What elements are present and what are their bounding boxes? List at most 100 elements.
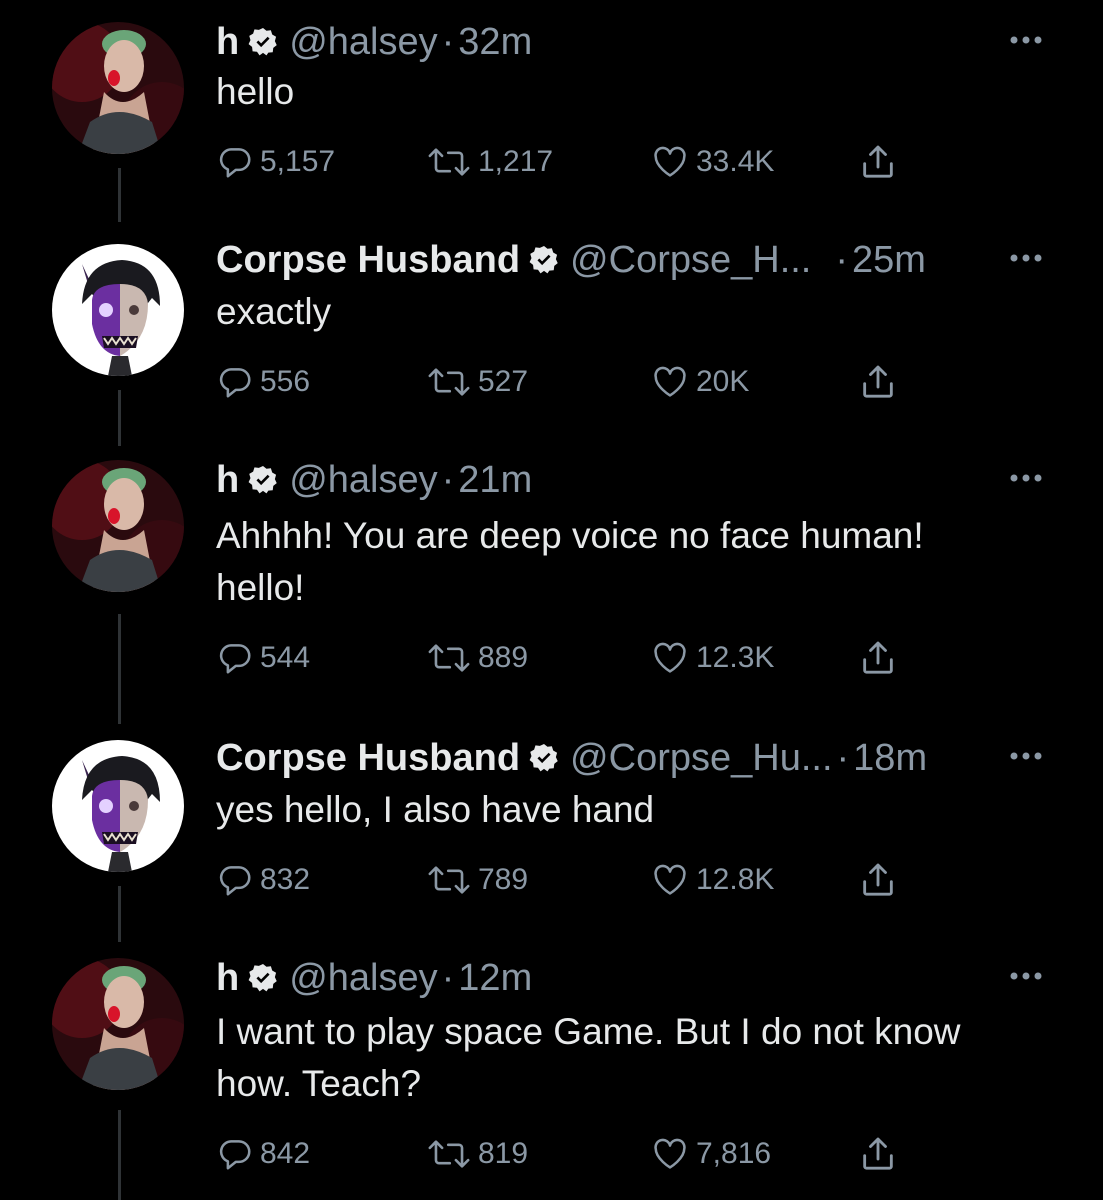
action-bar: 5,157 1,217 33.4K: [216, 142, 936, 182]
avatar[interactable]: [52, 244, 184, 376]
reply-count: 544: [260, 641, 311, 674]
heart-icon: [654, 146, 686, 177]
tweet-header: Corpse Husband @Corpse_H... · 25m: [216, 230, 926, 290]
author-name[interactable]: Corpse Husband: [216, 737, 520, 780]
more-button[interactable]: [1006, 248, 1046, 268]
retweet-icon: [428, 368, 470, 396]
like-button[interactable]: 20K: [650, 362, 749, 402]
retweet-button[interactable]: 527: [426, 362, 528, 402]
reply-button[interactable]: 842: [216, 1134, 310, 1174]
avatar[interactable]: [52, 460, 184, 592]
more-icon: [1010, 752, 1042, 760]
timestamp[interactable]: 12m: [458, 957, 532, 1000]
more-icon: [1010, 474, 1042, 482]
author-name[interactable]: h: [216, 21, 239, 64]
share-button[interactable]: [858, 142, 898, 187]
tweet-header: h @halsey · 21m: [216, 450, 532, 510]
tweet[interactable]: Corpse Husband @Corpse_H... · 25m exactl…: [0, 230, 1103, 470]
reply-button[interactable]: 556: [216, 362, 310, 402]
reply-button[interactable]: 5,157: [216, 142, 335, 182]
heart-icon: [654, 642, 686, 673]
verified-badge-icon: [529, 744, 558, 772]
tweet[interactable]: h @halsey · 12m I want to play space Gam…: [0, 948, 1103, 1200]
separator: ·: [441, 458, 455, 501]
author-handle[interactable]: @halsey: [289, 459, 437, 502]
like-button[interactable]: 12.3K: [650, 638, 774, 678]
share-button[interactable]: [858, 1134, 898, 1179]
tweet-text-line: exactly: [216, 291, 332, 332]
reply-icon: [219, 866, 251, 896]
more-button[interactable]: [1006, 30, 1046, 50]
retweet-icon: [428, 1140, 470, 1168]
retweet-icon: [428, 148, 470, 176]
heart-icon: [654, 366, 686, 397]
timestamp[interactable]: 25m: [852, 239, 926, 282]
author-handle[interactable]: @halsey: [289, 957, 437, 1000]
timestamp[interactable]: 32m: [458, 21, 532, 64]
more-button[interactable]: [1006, 966, 1046, 986]
timestamp[interactable]: 18m: [853, 737, 927, 780]
author-name[interactable]: Corpse Husband: [216, 239, 520, 282]
author-handle[interactable]: @Corpse_H...: [570, 239, 811, 282]
tweet[interactable]: Corpse Husband @Corpse_Hu... · 18m yes h…: [0, 728, 1103, 958]
reply-button[interactable]: 544: [216, 638, 310, 678]
author-name[interactable]: h: [216, 459, 239, 502]
like-button[interactable]: 33.4K: [650, 142, 774, 182]
reply-icon: [219, 148, 251, 178]
heart-icon: [654, 1138, 686, 1169]
more-icon: [1010, 254, 1042, 262]
share-button[interactable]: [858, 362, 898, 407]
reply-icon: [219, 368, 251, 398]
tweet[interactable]: h @halsey · 21m Ahhhh! You are deep voic…: [0, 450, 1103, 700]
share-icon: [863, 863, 893, 896]
share-icon: [863, 365, 893, 398]
timestamp[interactable]: 21m: [458, 459, 532, 502]
share-icon: [863, 145, 893, 178]
halsey-avatar: [52, 958, 184, 1090]
corpse-avatar: [52, 740, 184, 872]
thread-line: [118, 1110, 121, 1200]
avatar[interactable]: [52, 22, 184, 154]
author-handle[interactable]: @Corpse_Hu...: [570, 737, 832, 780]
tweet-header: Corpse Husband @Corpse_Hu... · 18m: [216, 728, 927, 788]
share-button[interactable]: [858, 860, 898, 905]
action-bar: 842 819 7,816: [216, 1134, 936, 1174]
tweet[interactable]: h @halsey · 32m hello 5,157 1,217 33.4K: [0, 12, 1103, 242]
avatar[interactable]: [52, 958, 184, 1090]
author-handle[interactable]: @halsey: [289, 21, 437, 64]
separator: ·: [441, 20, 455, 63]
tweet-text: yes hello, I also have hand: [216, 784, 654, 836]
thread-line: [118, 886, 121, 942]
avatar[interactable]: [52, 740, 184, 872]
tweet-text-line: how. Teach?: [216, 1063, 422, 1104]
tweet-text: hello: [216, 66, 294, 118]
tweet-text: Ahhhh! You are deep voice no face human!…: [216, 510, 924, 614]
share-button[interactable]: [858, 638, 898, 683]
like-button[interactable]: 7,816: [650, 1134, 771, 1174]
retweet-button[interactable]: 819: [426, 1134, 528, 1174]
more-button[interactable]: [1006, 468, 1046, 488]
like-count: 20K: [696, 365, 750, 398]
like-count: 33.4K: [696, 145, 775, 178]
tweet-text-line: Ahhhh! You are deep voice no face human!: [216, 515, 924, 556]
more-button[interactable]: [1006, 746, 1046, 766]
reply-button[interactable]: 832: [216, 860, 310, 900]
halsey-avatar: [52, 460, 184, 592]
retweet-button[interactable]: 889: [426, 638, 528, 678]
retweet-button[interactable]: 1,217: [426, 142, 553, 182]
like-count: 7,816: [696, 1137, 772, 1170]
action-bar: 544 889 12.3K: [216, 638, 936, 678]
retweet-count: 789: [478, 863, 529, 896]
verified-badge-icon: [248, 964, 277, 992]
more-icon: [1010, 972, 1042, 980]
reply-count: 832: [260, 863, 311, 896]
author-name[interactable]: h: [216, 957, 239, 1000]
separator: ·: [835, 238, 849, 281]
separator: ·: [441, 956, 455, 999]
separator: ·: [836, 736, 850, 779]
like-button[interactable]: 12.8K: [650, 860, 774, 900]
corpse-avatar: [52, 244, 184, 376]
like-count: 12.3K: [696, 641, 775, 674]
retweet-button[interactable]: 789: [426, 860, 528, 900]
tweet-text-line: yes hello, I also have hand: [216, 789, 655, 830]
